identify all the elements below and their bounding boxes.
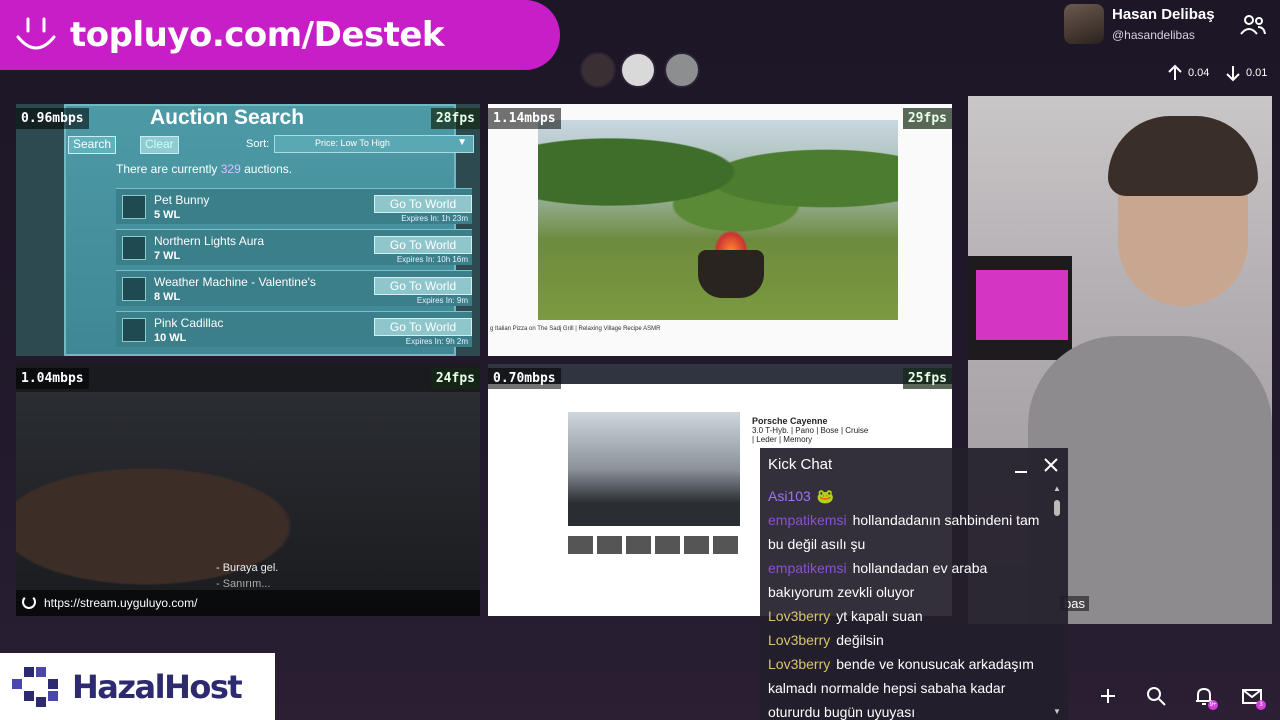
download-value: 0.01 [1246,67,1268,79]
promo-banner[interactable]: topluyo.com/Destek [0,0,560,70]
item-icon [122,236,146,260]
arrow-down-icon [1226,66,1240,82]
fps-badge: 28fps [430,108,480,129]
message-badge: 3 [1256,700,1266,710]
chat-username[interactable]: Asi103 [768,488,811,504]
item-name: Pink Cadillac [154,316,224,330]
chat-username[interactable]: Lov3berry [768,632,830,648]
stream-tile-auction[interactable]: Auction Search Search Clear Sort: Price:… [16,104,480,356]
sponsor-logo[interactable]: HazalHost [0,653,275,720]
upload-value: 0.04 [1188,67,1210,79]
chat-username[interactable]: Lov3berry [768,608,830,624]
item-expires: Expires In: 9m [416,296,468,305]
participant-avatar[interactable] [664,52,700,88]
auction-row[interactable]: Weather Machine - Valentine's 8 WL Go To… [116,270,472,306]
sort-label: Sort: [246,138,270,150]
go-to-world-button[interactable]: Go To World [374,236,472,254]
chat-message: Lov3berry bende ve konusucak arkadaşım ka… [768,656,1034,720]
fps-badge: 24fps [430,368,480,389]
chat-username[interactable]: Lov3berry [768,656,830,672]
item-name: Northern Lights Aura [154,234,265,248]
user-name: Hasan Delibaş [1112,6,1215,23]
auction-row[interactable]: Pink Cadillac 10 WL Go To World Expires … [116,311,472,347]
people-icon[interactable] [1240,14,1266,36]
clear-button[interactable]: Clear [140,136,179,154]
stream-tile-video[interactable]: g Italian Pizza on The Sadj Grill | Rela… [488,104,952,356]
auction-count: There are currently 329 auctions. [116,162,293,176]
auction-row[interactable]: Northern Lights Aura 7 WL Go To World Ex… [116,229,472,265]
chat-username[interactable]: empatikemsi [768,512,847,528]
chevron-down-icon: ▼ [457,137,467,148]
video-caption: g Italian Pizza on The Sadj Grill | Rela… [490,326,661,332]
banner-url: topluyo.com/Destek [70,15,445,55]
item-price: 7 WL [154,250,181,262]
user-avatar[interactable] [1064,4,1104,44]
item-icon [122,318,146,342]
upload-stat: 0.04 [1166,64,1209,82]
download-stat: 0.01 [1224,64,1267,82]
auction-panel: Auction Search Search Clear Sort: Price:… [64,104,474,356]
user-handle: @hasandelibas [1112,28,1195,42]
plus-icon[interactable] [1096,684,1120,708]
stream-url: https://stream.uyguluyo.com/ [44,596,198,610]
chat-scrollbar[interactable]: ▲ ▼ [1053,484,1061,716]
video-frame [538,120,898,320]
search-button[interactable]: Search [68,136,117,154]
bitrate-badge: 1.14mbps [488,108,561,129]
item-expires: Expires In: 9h 2m [405,337,468,346]
chat-message: empatikemsi hollandadan ev araba bakıyoru… [768,560,988,600]
chat-message: Asi103 🐸 [768,488,835,504]
smile-logo-icon [16,17,56,50]
go-to-world-button[interactable]: Go To World [374,195,472,213]
subtitle-line: - Buraya gel. [216,562,279,574]
hazalhost-logo-icon [12,666,58,707]
background-monitor [968,256,1072,360]
chat-title: Kick Chat [768,456,833,473]
subtitle-line: - Sanırım... [216,578,271,590]
fps-badge: 25fps [902,368,952,389]
sort-value: Price: Low To High [315,138,390,148]
item-expires: Expires In: 10h 16m [396,255,468,264]
chat-message: Lov3berry yt kapalı suan [768,608,923,624]
go-to-world-button[interactable]: Go To World [374,318,472,336]
sponsor-name: HazalHost [72,667,243,706]
go-to-world-button[interactable]: Go To World [374,277,472,295]
participant-avatar[interactable] [620,52,656,88]
chat-message: Lov3berry değilsin [768,632,884,648]
notification-badge: 9+ [1208,700,1218,710]
sort-select[interactable]: Price: Low To High ▼ [274,135,474,153]
stream-tile-movie[interactable]: - Buraya gel. - Sanırım... https://strea… [16,364,480,616]
chat-message: empatikemsi hollandadanın sahbindeni tam … [768,512,1040,552]
item-price: 10 WL [154,332,187,344]
stream-url-bar[interactable]: https://stream.uyguluyo.com/ [16,590,480,616]
car-title: Porsche Cayenne 3.0 T-Hyb. | Pano | Bose… [752,416,869,444]
item-expires: Expires In: 1h 23m [401,214,468,223]
item-icon [122,277,146,301]
minimize-icon[interactable] [1014,460,1028,474]
search-icon[interactable] [1144,684,1168,708]
fps-badge: 29fps [902,108,952,129]
kick-chat-window[interactable]: Kick Chat Asi103 🐸 empatikemsi hollandadan… [760,448,1068,720]
chat-username[interactable]: empatikemsi [768,560,847,576]
item-price: 8 WL [154,291,181,303]
chat-messages: Asi103 🐸 empatikemsi hollandadanın sahbind… [768,484,1052,720]
bitrate-badge: 0.70mbps [488,368,561,389]
item-price: 5 WL [154,209,181,221]
participant-avatar[interactable] [580,52,616,88]
car-photo [568,412,740,526]
item-icon [122,195,146,219]
item-name: Weather Machine - Valentine's [154,275,316,289]
bitrate-badge: 1.04mbps [16,368,89,389]
arrow-up-icon [1168,64,1182,80]
bitrate-badge: 0.96mbps [16,108,89,129]
item-name: Pet Bunny [154,193,210,207]
auction-title: Auction Search [150,106,305,129]
car-thumbnails [568,536,738,554]
auction-row[interactable]: Pet Bunny 5 WL Go To World Expires In: 1… [116,188,472,224]
power-icon[interactable] [22,595,36,609]
close-icon[interactable] [1042,456,1060,474]
